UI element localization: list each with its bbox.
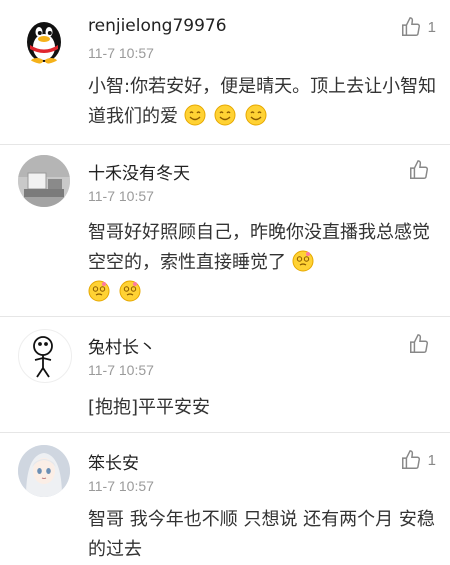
comment-text: [抱抱]平平安安 bbox=[88, 397, 211, 418]
like-count: 1 bbox=[427, 451, 436, 469]
comment-text: 智哥好好照顾自己，昨晚你没直播我总感觉空空的，索性直接睡觉了 bbox=[88, 218, 438, 308]
thumbs-up-icon bbox=[401, 17, 420, 36]
comment-item: renjielong79976 1 11-7 10:57 小智:你若安好，便是晴… bbox=[0, 0, 450, 150]
timestamp: 11-7 10:57 bbox=[88, 188, 154, 204]
comment-item: 笨长安 1 11-7 10:57 智哥 我今年也不顺 只想说 还有两个月 安稳的… bbox=[0, 433, 450, 564]
comment-item: 兔村长丶 11-7 10:57 [抱抱]平平安安 bbox=[0, 317, 450, 432]
dizzy-emoji-icon bbox=[292, 250, 314, 272]
qq-penguin-avatar-icon bbox=[27, 22, 61, 64]
timestamp: 11-7 10:57 bbox=[88, 362, 154, 378]
timestamp: 11-7 10:57 bbox=[88, 478, 154, 494]
stick-figure-avatar-icon bbox=[33, 336, 53, 378]
username[interactable]: renjielong79976 bbox=[88, 16, 227, 36]
smile-emoji-icon bbox=[214, 104, 236, 126]
smile-emoji-icon bbox=[184, 104, 206, 126]
username[interactable]: 笨长安 bbox=[88, 449, 139, 474]
comment-item: 十禾没有冬天 11-7 10:57 智哥好好照顾自己，昨晚你没直播我总感觉空空的… bbox=[0, 145, 450, 315]
comment-text: 智哥 我今年也不顺 只想说 还有两个月 安稳的过去 bbox=[88, 509, 435, 560]
avatar[interactable] bbox=[18, 329, 72, 383]
like-button[interactable]: 1 bbox=[400, 16, 436, 38]
thumbs-up-icon bbox=[401, 450, 420, 469]
room-photo-avatar-icon bbox=[18, 155, 70, 207]
username[interactable]: 兔村长丶 bbox=[88, 333, 156, 358]
like-button[interactable] bbox=[408, 333, 436, 355]
avatar[interactable] bbox=[18, 155, 70, 207]
anime-girl-avatar-icon bbox=[18, 445, 70, 497]
avatar[interactable] bbox=[18, 12, 70, 64]
thumbs-up-icon bbox=[410, 334, 428, 353]
like-count: 1 bbox=[427, 18, 436, 36]
username[interactable]: 十禾没有冬天 bbox=[88, 159, 190, 184]
dizzy-emoji-icon bbox=[119, 280, 141, 302]
comment-text: 小智:你若安好，便是晴天。顶上去让小智知道我们的爱 bbox=[88, 72, 438, 132]
comment-text-content: 智哥好好照顾自己，昨晚你没直播我总感觉空空的，索性直接睡觉了 bbox=[88, 222, 430, 273]
thumbs-up-icon bbox=[410, 160, 428, 179]
timestamp: 11-7 10:57 bbox=[88, 45, 154, 61]
smile-emoji-icon bbox=[245, 104, 267, 126]
dizzy-emoji-icon bbox=[88, 280, 110, 302]
like-button[interactable] bbox=[408, 159, 436, 181]
like-button[interactable]: 1 bbox=[400, 449, 436, 471]
avatar[interactable] bbox=[18, 445, 70, 497]
